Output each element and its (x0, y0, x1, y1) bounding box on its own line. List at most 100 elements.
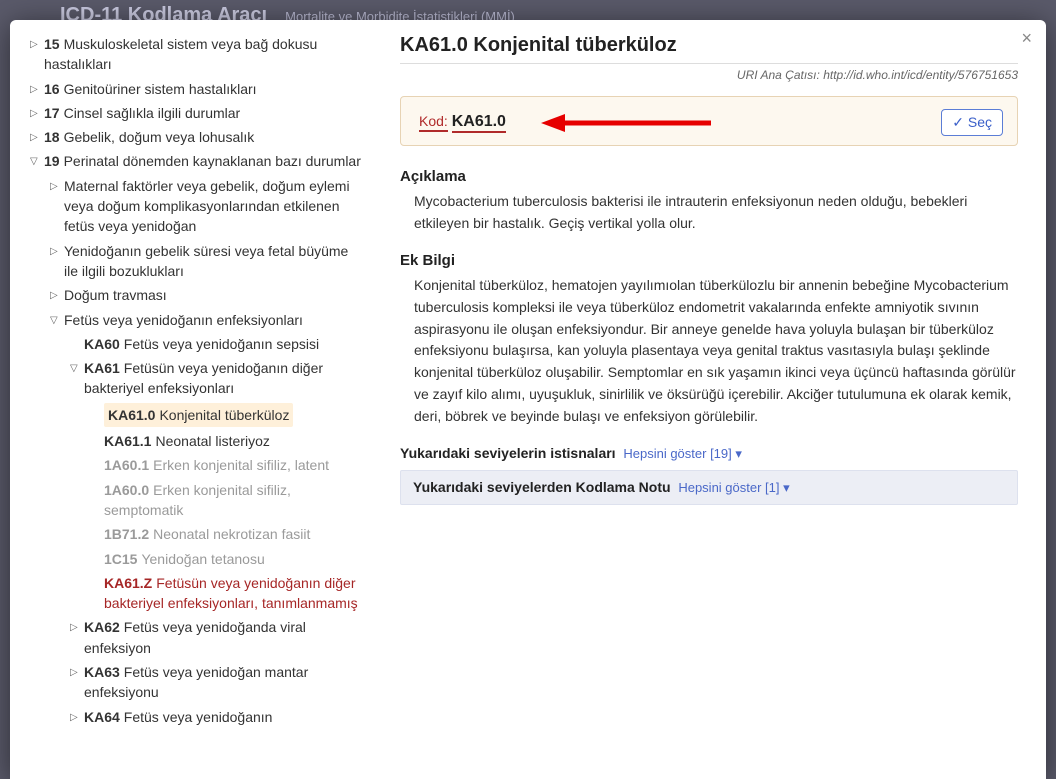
additional-info-text: Konjenital tüberküloz, hematojen yayılım… (414, 275, 1018, 427)
chevron-right-icon[interactable]: ▷ (30, 79, 44, 98)
tree-node[interactable]: ▷Yenidoğanın gebelik süresi veya fetal b… (30, 239, 364, 284)
select-button[interactable]: ✓ Seç (941, 109, 1003, 136)
chevron-right-icon[interactable]: ▷ (50, 285, 64, 304)
coding-note-show-all-link[interactable]: Hepsini göster [1] ▾ (678, 480, 789, 495)
tree-node[interactable]: ▽19Perinatal dönemden kaynaklanan bazı d… (30, 149, 364, 173)
entity-code: 1A60.1 (104, 457, 149, 473)
entity-title: Neonatal nekrotizan fasiit (153, 526, 310, 542)
tree-node-label[interactable]: 19Perinatal dönemden kaynaklanan bazı du… (44, 151, 361, 171)
tree-node-label[interactable]: KA63Fetüs veya yenidoğan mantar enfeksiy… (84, 662, 364, 703)
entity-title: Muskuloskeletal sistem veya bağ dokusu h… (44, 36, 317, 72)
entity-code: 1A60.0 (104, 482, 149, 498)
tree-node-label[interactable]: KA61Fetüsün veya yenidoğanın diğer bakte… (84, 358, 364, 399)
chevron-down-icon[interactable]: ▽ (50, 310, 64, 329)
tree-node-label[interactable]: 16Genitoüriner sistem hastalıkları (44, 79, 257, 99)
tree-node[interactable]: ▷KA61.0Konjenital tüberküloz (30, 401, 364, 429)
chevron-right-icon[interactable]: ▷ (50, 241, 64, 260)
detail-panel: KA61.0 Konjenital tüberküloz URI Ana Çat… (376, 20, 1046, 779)
tree-node-label[interactable]: KA61.1Neonatal listeriyoz (104, 431, 270, 451)
chevron-down-icon[interactable]: ▽ (70, 358, 84, 377)
entity-code: KA64 (84, 709, 120, 725)
tree-node-label[interactable]: 17Cinsel sağlıkla ilgili durumlar (44, 103, 240, 123)
tree-node-label[interactable]: KA61.ZFetüsün veya yenidoğanın diğer bak… (104, 573, 364, 614)
chevron-right-icon[interactable]: ▷ (70, 617, 84, 636)
description-text: Mycobacterium tuberculosis bakterisi ile… (414, 191, 1018, 234)
close-icon[interactable]: × (1021, 28, 1032, 49)
hierarchy-tree-panel: ▷15Muskuloskeletal sistem veya bağ dokus… (10, 20, 376, 779)
coding-note-bar: Yukarıdaki seviyelerden Kodlama Notu Hep… (400, 470, 1018, 505)
entity-title: Gebelik, doğum veya lohusalık (64, 129, 255, 145)
tree-node-label[interactable]: KA60Fetüs veya yenidoğanın sepsisi (84, 334, 319, 354)
tree-node[interactable]: ▷KA60Fetüs veya yenidoğanın sepsisi (30, 332, 364, 356)
entity-title: Cinsel sağlıkla ilgili durumlar (64, 105, 241, 121)
tree-node[interactable]: ▷Doğum travması (30, 283, 364, 307)
entity-title: Genitoüriner sistem hastalıkları (64, 81, 257, 97)
arrow-placeholder: ▷ (90, 480, 104, 499)
entity-code: KA61.0 (108, 407, 155, 423)
exclusions-heading: Yukarıdaki seviyelerin istisnaları (400, 445, 616, 461)
tree-node-label[interactable]: 1C15Yenidoğan tetanosu (104, 549, 265, 569)
tree-node-label[interactable]: Maternal faktörler veya gebelik, doğum e… (64, 176, 364, 237)
tree-node[interactable]: ▽Fetüs veya yenidoğanın enfeksiyonları (30, 308, 364, 332)
tree-node-label[interactable]: 18Gebelik, doğum veya lohusalık (44, 127, 254, 147)
chevron-right-icon[interactable]: ▷ (30, 34, 44, 53)
tree-node-label[interactable]: 15Muskuloskeletal sistem veya bağ dokusu… (44, 34, 364, 75)
entity-title: Yenidoğanın gebelik süresi veya fetal bü… (64, 243, 348, 279)
tree-node[interactable]: ▷16Genitoüriner sistem hastalıkları (30, 77, 364, 101)
uri-label: URI Ana Çatısı: (737, 68, 820, 82)
tree-node[interactable]: ▷KA64Fetüs veya yenidoğanın (30, 705, 364, 729)
tree-node[interactable]: ▷18Gebelik, doğum veya lohusalık (30, 125, 364, 149)
annotation-arrow-icon (541, 111, 711, 135)
chapter-number: 18 (44, 129, 60, 145)
tree-node[interactable]: ▷KA63Fetüs veya yenidoğan mantar enfeksi… (30, 660, 364, 705)
tree-node[interactable]: ▷1A60.1Erken konjenital sifiliz, latent (30, 453, 364, 477)
entity-code: 1C15 (104, 551, 137, 567)
chevron-down-icon[interactable]: ▽ (30, 151, 44, 170)
tree-node[interactable]: ▷Maternal faktörler veya gebelik, doğum … (30, 174, 364, 239)
chevron-right-icon[interactable]: ▷ (70, 707, 84, 726)
entity-title: Fetüs veya yenidoğanın sepsisi (124, 336, 319, 352)
arrow-placeholder: ▷ (90, 455, 104, 474)
tree-node-label[interactable]: KA64Fetüs veya yenidoğanın (84, 707, 272, 727)
chevron-right-icon[interactable]: ▷ (50, 176, 64, 195)
arrow-placeholder: ▷ (90, 431, 104, 450)
entity-code: KA60 (84, 336, 120, 352)
tree-node[interactable]: ▷1A60.0Erken konjenital sifiliz, semptom… (30, 478, 364, 523)
tree-node[interactable]: ▷17Cinsel sağlıkla ilgili durumlar (30, 101, 364, 125)
entity-code: KA61 (84, 360, 120, 376)
chevron-right-icon[interactable]: ▷ (30, 103, 44, 122)
code-value: KA61.0 (452, 113, 506, 133)
tree-node-label[interactable]: 1A60.0Erken konjenital sifiliz, semptoma… (104, 480, 364, 521)
entity-title: Doğum travması (64, 287, 167, 303)
tree-node[interactable]: ▷KA62Fetüs veya yenidoğanda viral enfeks… (30, 615, 364, 660)
tree-node[interactable]: ▽KA61Fetüsün veya yenidoğanın diğer bakt… (30, 356, 364, 401)
tree-node-label[interactable]: KA62Fetüs veya yenidoğanda viral enfeksi… (84, 617, 364, 658)
modal-dialog: × ▷15Muskuloskeletal sistem veya bağ dok… (10, 20, 1046, 779)
tree-node-label[interactable]: Fetüs veya yenidoğanın enfeksiyonları (64, 310, 303, 330)
entity-title: Fetüs veya yenidoğanın enfeksiyonları (64, 312, 303, 328)
hierarchy-tree[interactable]: ▷15Muskuloskeletal sistem veya bağ dokus… (30, 32, 372, 779)
tree-node-label[interactable]: Doğum travması (64, 285, 167, 305)
tree-node[interactable]: ▷KA61.ZFetüsün veya yenidoğanın diğer ba… (30, 571, 364, 616)
chapter-number: 16 (44, 81, 60, 97)
uri-value: http://id.who.int/icd/entity/576751653 (823, 68, 1018, 82)
tree-node[interactable]: ▷1C15Yenidoğan tetanosu (30, 547, 364, 571)
tree-node-label[interactable]: 1A60.1Erken konjenital sifiliz, latent (104, 455, 329, 475)
tree-node[interactable]: ▷KA61.1Neonatal listeriyoz (30, 429, 364, 453)
additional-info-heading: Ek Bilgi (400, 252, 1018, 269)
description-heading: Açıklama (400, 168, 1018, 185)
entity-code: KA62 (84, 619, 120, 635)
tree-node-label[interactable]: 1B71.2Neonatal nekrotizan fasiit (104, 524, 310, 544)
code-banner: Kod: KA61.0 ✓ Seç (400, 96, 1018, 146)
chevron-right-icon[interactable]: ▷ (70, 662, 84, 681)
tree-node-label[interactable]: Yenidoğanın gebelik süresi veya fetal bü… (64, 241, 364, 282)
arrow-placeholder: ▷ (90, 549, 104, 568)
entity-title: Erken konjenital sifiliz, latent (153, 457, 329, 473)
arrow-placeholder: ▷ (70, 334, 84, 353)
tree-node[interactable]: ▷15Muskuloskeletal sistem veya bağ dokus… (30, 32, 364, 77)
page-title: KA61.0 Konjenital tüberküloz (400, 34, 1018, 63)
tree-node[interactable]: ▷1B71.2Neonatal nekrotizan fasiit (30, 522, 364, 546)
tree-node-label[interactable]: KA61.0Konjenital tüberküloz (104, 403, 293, 427)
exclusions-show-all-link[interactable]: Hepsini göster [19] ▾ (623, 446, 742, 461)
chevron-right-icon[interactable]: ▷ (30, 127, 44, 146)
